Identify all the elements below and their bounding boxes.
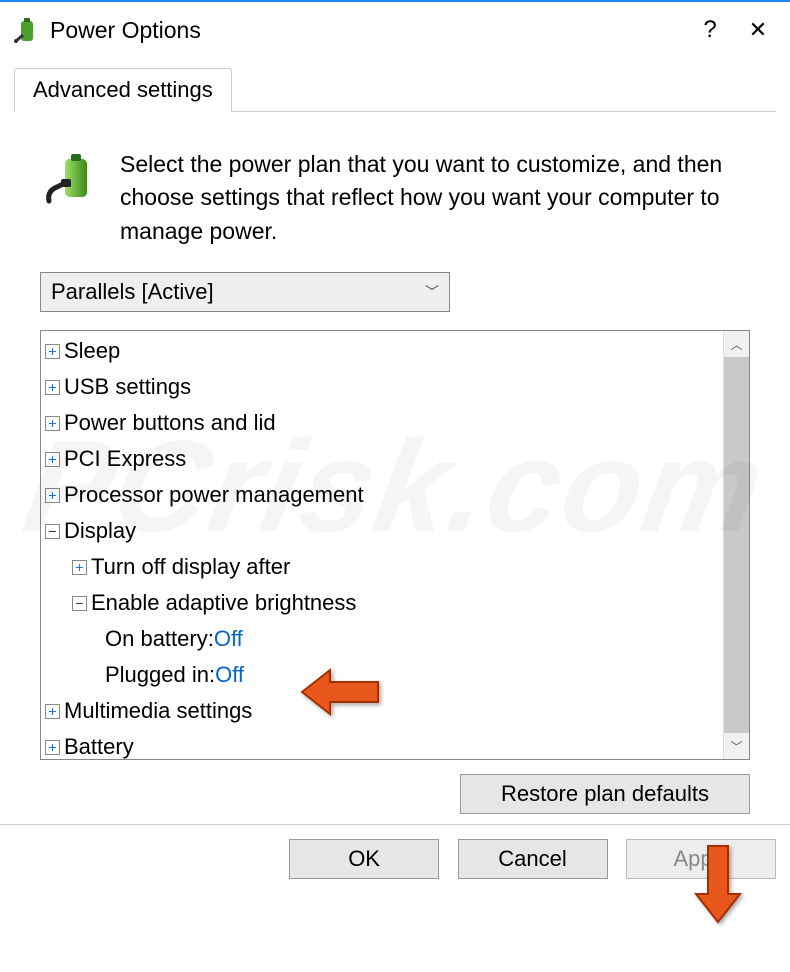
settings-tree: Sleep USB settings Power buttons and lid… <box>40 330 750 760</box>
expand-icon[interactable] <box>45 488 60 503</box>
power-options-window: Power Options ? ✕ Advanced settings Sele… <box>0 0 790 972</box>
power-plan-dropdown[interactable]: Parallels [Active] ﹀ <box>40 272 450 312</box>
tree-plugged-in[interactable]: Plugged in: Off <box>41 657 723 693</box>
scroll-up-icon[interactable]: ︿ <box>730 331 742 357</box>
instruction-row: Select the power plan that you want to c… <box>32 144 758 272</box>
tab-strip: Advanced settings <box>14 68 776 112</box>
tree-adaptive-brightness[interactable]: Enable adaptive brightness <box>41 585 723 621</box>
help-button[interactable]: ? <box>686 16 734 44</box>
content-area: Select the power plan that you want to c… <box>14 126 776 824</box>
apply-button[interactable]: Apply <box>626 839 776 879</box>
window-title: Power Options <box>50 17 686 44</box>
scroll-thumb[interactable] <box>724 357 749 733</box>
on-battery-value[interactable]: Off <box>214 621 243 657</box>
scroll-down-icon[interactable]: ﹀ <box>730 733 742 759</box>
tree-sleep[interactable]: Sleep <box>41 333 723 369</box>
cancel-button[interactable]: Cancel <box>458 839 608 879</box>
titlebar: Power Options ? ✕ <box>0 2 790 58</box>
chevron-down-icon: ﹀ <box>425 282 439 302</box>
expand-icon[interactable] <box>45 704 60 719</box>
tree-pci-express[interactable]: PCI Express <box>41 441 723 477</box>
tree-on-battery[interactable]: On battery: Off <box>41 621 723 657</box>
dialog-footer: OK Cancel Apply <box>0 824 790 893</box>
tree-scrollbar[interactable]: ︿ ﹀ <box>723 331 749 759</box>
collapse-icon[interactable] <box>72 596 87 611</box>
ok-button[interactable]: OK <box>289 839 439 879</box>
tree-processor-power[interactable]: Processor power management <box>41 477 723 513</box>
plugged-in-label: Plugged in: <box>105 657 215 693</box>
restore-row: Restore plan defaults <box>32 774 750 814</box>
battery-plug-icon <box>40 148 104 212</box>
tree-battery[interactable]: Battery <box>41 729 723 759</box>
on-battery-label: On battery: <box>105 621 214 657</box>
expand-icon[interactable] <box>45 452 60 467</box>
tab-advanced-settings[interactable]: Advanced settings <box>14 68 232 112</box>
battery-icon <box>8 12 44 48</box>
expand-icon[interactable] <box>45 380 60 395</box>
plugged-in-value[interactable]: Off <box>215 657 244 693</box>
tree-display[interactable]: Display <box>41 513 723 549</box>
expand-icon[interactable] <box>45 416 60 431</box>
tree-turn-off-display[interactable]: Turn off display after <box>41 549 723 585</box>
instruction-text: Select the power plan that you want to c… <box>120 148 750 248</box>
tree-usb-settings[interactable]: USB settings <box>41 369 723 405</box>
tree-multimedia[interactable]: Multimedia settings <box>41 693 723 729</box>
tree-viewport: Sleep USB settings Power buttons and lid… <box>41 331 723 759</box>
expand-icon[interactable] <box>45 740 60 755</box>
tree-power-buttons[interactable]: Power buttons and lid <box>41 405 723 441</box>
expand-icon[interactable] <box>45 344 60 359</box>
collapse-icon[interactable] <box>45 524 60 539</box>
expand-icon[interactable] <box>72 560 87 575</box>
restore-defaults-button[interactable]: Restore plan defaults <box>460 774 750 814</box>
close-button[interactable]: ✕ <box>734 17 782 43</box>
power-plan-selected: Parallels [Active] <box>51 279 214 305</box>
